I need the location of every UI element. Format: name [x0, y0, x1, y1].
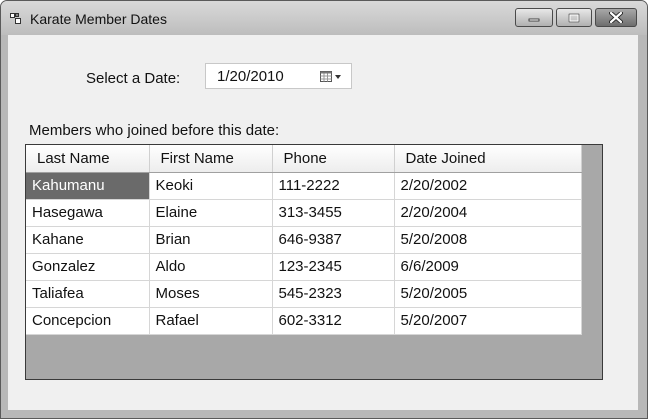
maximize-button[interactable] — [556, 8, 592, 27]
cell-last-name[interactable]: Kahumanu — [26, 172, 150, 200]
cell-last-name[interactable]: Concepcion — [26, 307, 150, 335]
cell-last-name[interactable]: Kahane — [26, 226, 150, 254]
select-date-label: Select a Date: — [86, 70, 181, 87]
cell-last-name[interactable]: Hasegawa — [26, 199, 150, 227]
table-row[interactable]: Kahumanu Keoki 111-2222 2/20/2002 — [26, 172, 582, 200]
cell-first-name[interactable]: Brian — [149, 226, 273, 254]
maximize-icon — [568, 13, 580, 22]
cell-date-joined[interactable]: 5/20/2005 — [394, 280, 582, 308]
table-row[interactable]: Taliafea Moses 545-2323 5/20/2005 — [26, 280, 582, 308]
header-row: Last Name First Name Phone Date Joined — [26, 145, 582, 173]
column-header-date-joined[interactable]: Date Joined — [394, 145, 582, 173]
column-header-first-name[interactable]: First Name — [149, 145, 273, 173]
date-picker[interactable]: 1/20/2010 — [205, 63, 352, 89]
cell-phone[interactable]: 646-9387 — [272, 226, 395, 254]
cell-phone[interactable]: 313-3455 — [272, 199, 395, 227]
minimize-button[interactable] — [515, 8, 553, 27]
table-row[interactable]: Hasegawa Elaine 313-3455 2/20/2004 — [26, 199, 582, 227]
table-row[interactable]: Concepcion Rafael 602-3312 5/20/2007 — [26, 307, 582, 335]
close-button[interactable] — [595, 8, 637, 27]
table-row[interactable]: Gonzalez Aldo 123-2345 6/6/2009 — [26, 253, 582, 281]
minimize-icon — [528, 18, 540, 21]
cell-first-name[interactable]: Moses — [149, 280, 273, 308]
cell-phone[interactable]: 602-3312 — [272, 307, 395, 335]
window-title: Karate Member Dates — [30, 11, 167, 27]
cell-first-name[interactable]: Rafael — [149, 307, 273, 335]
cell-phone[interactable]: 111-2222 — [272, 172, 395, 200]
cell-date-joined[interactable]: 2/20/2002 — [394, 172, 582, 200]
close-icon — [609, 12, 623, 23]
calendar-dropdown-icon[interactable] — [319, 69, 345, 84]
cell-last-name[interactable]: Taliafea — [26, 280, 150, 308]
members-table: Last Name First Name Phone Date Joined K… — [26, 145, 582, 335]
column-header-last-name[interactable]: Last Name — [26, 145, 150, 173]
members-grid-label: Members who joined before this date: — [29, 122, 280, 139]
cell-date-joined[interactable]: 6/6/2009 — [394, 253, 582, 281]
cell-phone[interactable]: 123-2345 — [272, 253, 395, 281]
app-window-icon — [10, 13, 21, 24]
cell-first-name[interactable]: Elaine — [149, 199, 273, 227]
date-picker-value[interactable]: 1/20/2010 — [217, 68, 284, 85]
cell-date-joined[interactable]: 5/20/2008 — [394, 226, 582, 254]
title-bar[interactable]: Karate Member Dates — [1, 1, 647, 35]
cell-date-joined[interactable]: 5/20/2007 — [394, 307, 582, 335]
column-header-phone[interactable]: Phone — [272, 145, 395, 173]
form-client-area: Select a Date: 1/20/2010 Members who joi… — [8, 35, 638, 410]
cell-phone[interactable]: 545-2323 — [272, 280, 395, 308]
cell-first-name[interactable]: Keoki — [149, 172, 273, 200]
table-row[interactable]: Kahane Brian 646-9387 5/20/2008 — [26, 226, 582, 254]
cell-first-name[interactable]: Aldo — [149, 253, 273, 281]
cell-date-joined[interactable]: 2/20/2004 — [394, 199, 582, 227]
cell-last-name[interactable]: Gonzalez — [26, 253, 150, 281]
app-window: Karate Member Dates Select a Date: 1/20/… — [0, 0, 648, 419]
members-data-grid[interactable]: Last Name First Name Phone Date Joined K… — [25, 144, 603, 380]
